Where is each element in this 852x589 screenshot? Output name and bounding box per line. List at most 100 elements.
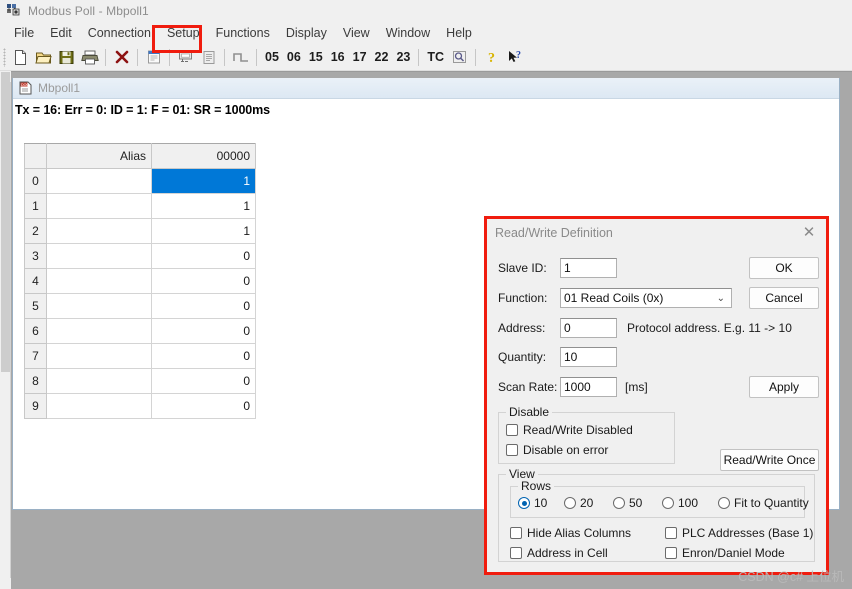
table-row[interactable]: 0 1 [24, 168, 256, 194]
toolbar-separator [256, 48, 257, 66]
child-window-title: Mbpoll1 [38, 81, 81, 95]
scan-rate-input[interactable]: 1000 [560, 377, 617, 397]
menu-item-help[interactable]: Help [438, 24, 480, 42]
table-row[interactable]: 7 0 [24, 343, 256, 369]
new-file-icon[interactable] [9, 46, 32, 69]
function-code-05[interactable]: 05 [261, 50, 283, 64]
rows-option-50[interactable]: 50 [613, 496, 642, 510]
title-bar: Modbus Poll - Mbpoll1 [0, 0, 852, 22]
address-in-cell-label: Address in Cell [527, 546, 608, 560]
open-folder-icon[interactable] [32, 46, 55, 69]
plc-addresses-checkbox[interactable]: PLC Addresses (Base 1) [665, 526, 813, 540]
address-in-cell-checkbox[interactable]: Address in Cell [510, 546, 608, 560]
value-cell[interactable]: 0 [151, 318, 256, 344]
apply-button[interactable]: Apply [749, 376, 819, 398]
menu-item-file[interactable]: File [6, 24, 42, 42]
address-input[interactable]: 0 [560, 318, 617, 338]
delete-x-icon[interactable] [110, 46, 133, 69]
value-cell[interactable]: 1 [151, 168, 256, 194]
menu-item-view[interactable]: View [335, 24, 378, 42]
toolbar-separator [137, 48, 138, 66]
read-write-definition-dialog: Read/Write Definition ✕ Slave ID: 1 Func… [484, 216, 829, 575]
help-question-icon[interactable]: ? [480, 46, 503, 69]
read-write-disabled-checkbox[interactable]: Read/Write Disabled [506, 423, 633, 437]
menu-item-functions[interactable]: Functions [208, 24, 278, 42]
read-write-icon[interactable] [174, 46, 197, 69]
toolbar-grip[interactable] [3, 47, 6, 67]
alias-cell[interactable] [46, 368, 152, 394]
hide-alias-columns-checkbox[interactable]: Hide Alias Columns [510, 526, 631, 540]
function-select[interactable]: 01 Read Coils (0x) ⌄ [560, 288, 732, 308]
close-icon[interactable]: ✕ [798, 223, 820, 243]
mdi-vertical-scrollbar[interactable] [0, 71, 11, 589]
read-write-once-button[interactable]: Read/Write Once [720, 449, 819, 471]
scrollbar-thumb[interactable] [1, 72, 10, 372]
application-window: Modbus Poll - Mbpoll1 File Edit Connecti… [0, 0, 852, 589]
table-row[interactable]: 8 0 [24, 368, 256, 394]
table-row[interactable]: 3 0 [24, 243, 256, 269]
menu-item-setup[interactable]: Setup [159, 24, 208, 42]
context-help-arrow-icon[interactable]: ? [503, 46, 526, 69]
value-cell[interactable]: 0 [151, 243, 256, 269]
value-cell[interactable]: 0 [151, 343, 256, 369]
table-row[interactable]: 2 1 [24, 218, 256, 244]
alias-cell[interactable] [46, 393, 152, 419]
quantity-input[interactable]: 10 [560, 347, 617, 367]
toolbar-separator [418, 48, 420, 66]
menu-bar: File Edit Connection Setup Functions Dis… [0, 22, 852, 44]
disable-on-error-checkbox[interactable]: Disable on error [506, 443, 608, 457]
address-label: Address: [498, 321, 546, 335]
print-icon[interactable] [78, 46, 101, 69]
alias-cell[interactable] [46, 218, 152, 244]
function-code-23[interactable]: 23 [392, 50, 414, 64]
pulse-signal-icon[interactable] [229, 46, 252, 69]
alias-cell[interactable] [46, 343, 152, 369]
save-disk-icon[interactable] [55, 46, 78, 69]
tc-window-icon[interactable] [448, 46, 471, 69]
ok-button[interactable]: OK [749, 257, 819, 279]
menu-item-edit[interactable]: Edit [42, 24, 80, 42]
value-cell[interactable]: 0 [151, 268, 256, 294]
alias-cell[interactable] [46, 168, 152, 194]
table-row[interactable]: 9 0 [24, 393, 256, 419]
rows-option-20[interactable]: 20 [564, 496, 593, 510]
scan-rate-label: Scan Rate: [498, 380, 558, 394]
toolbar-separator [105, 48, 106, 66]
alias-cell[interactable] [46, 318, 152, 344]
value-cell[interactable]: 0 [151, 368, 256, 394]
disable-group-legend: Disable [506, 405, 553, 419]
menu-item-window[interactable]: Window [378, 24, 438, 42]
table-row[interactable]: 4 0 [24, 268, 256, 294]
alias-cell[interactable] [46, 293, 152, 319]
function-code-06[interactable]: 06 [283, 50, 305, 64]
value-cell[interactable]: 1 [151, 218, 256, 244]
function-code-22[interactable]: 22 [371, 50, 393, 64]
function-code-16[interactable]: 16 [327, 50, 349, 64]
alias-cell[interactable] [46, 193, 152, 219]
alias-cell[interactable] [46, 243, 152, 269]
scroll-down-arrow-icon[interactable] [0, 578, 11, 589]
rows-option-fit-to-quantity[interactable]: Fit to Quantity [718, 496, 809, 510]
value-cell[interactable]: 0 [151, 293, 256, 319]
slave-id-input[interactable]: 1 [560, 258, 617, 278]
grid-header-alias: Alias [46, 143, 152, 169]
function-label: Function: [498, 291, 548, 305]
alias-cell[interactable] [46, 268, 152, 294]
rows-option-100[interactable]: 100 [662, 496, 698, 510]
enron-daniel-mode-checkbox[interactable]: Enron/Daniel Mode [665, 546, 785, 560]
function-select-value: 01 Read Coils (0x) [564, 291, 664, 305]
function-code-15[interactable]: 15 [305, 50, 327, 64]
table-row[interactable]: 1 1 [24, 193, 256, 219]
menu-item-display[interactable]: Display [278, 24, 335, 42]
table-row[interactable]: 5 0 [24, 293, 256, 319]
value-cell[interactable]: 1 [151, 193, 256, 219]
tc-button[interactable]: TC [423, 50, 448, 64]
window-panel-icon[interactable] [142, 46, 165, 69]
cancel-button[interactable]: Cancel [749, 287, 819, 309]
table-row[interactable]: 6 0 [24, 318, 256, 344]
rows-option-10[interactable]: 10 [518, 496, 547, 510]
clipboard-icon[interactable] [197, 46, 220, 69]
function-code-17[interactable]: 17 [349, 50, 371, 64]
menu-item-connection[interactable]: Connection [80, 24, 159, 42]
value-cell[interactable]: 0 [151, 393, 256, 419]
